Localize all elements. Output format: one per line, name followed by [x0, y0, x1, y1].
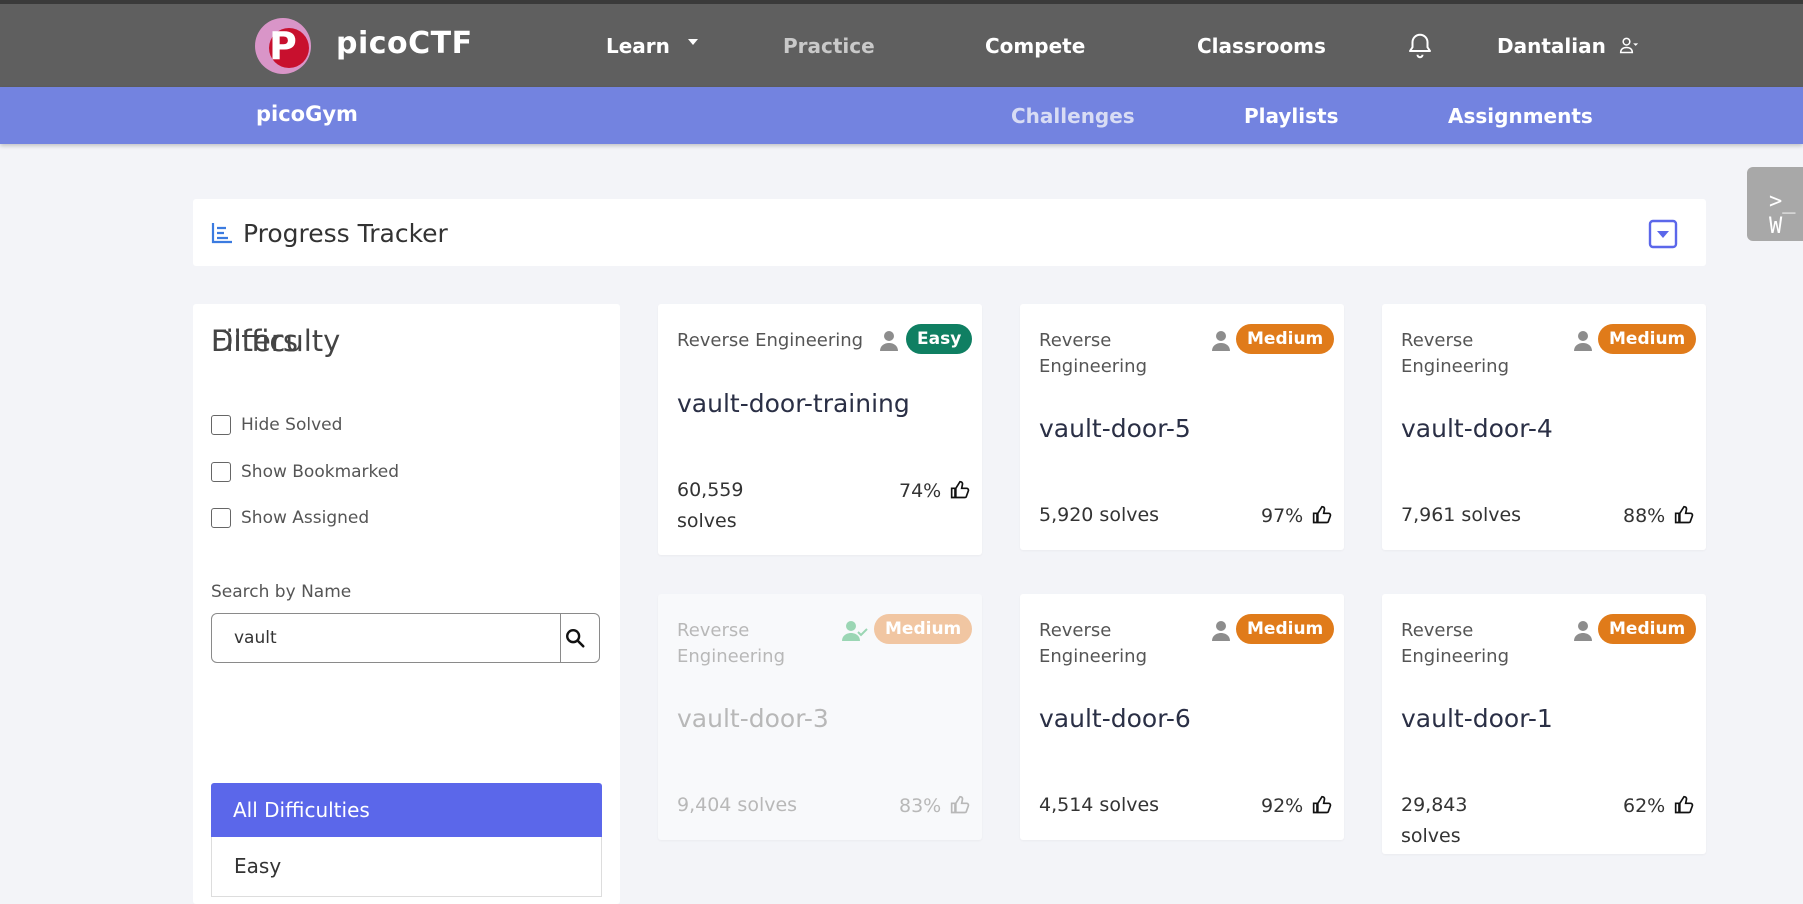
- difficulty-badge: Easy: [906, 324, 973, 354]
- difficulty-all[interactable]: All Difficulties: [211, 783, 602, 837]
- challenge-name[interactable]: vault-door-1: [1401, 704, 1553, 733]
- search-input-value: vault: [234, 628, 277, 648]
- like-rating: 83%: [899, 795, 970, 817]
- rating-value: 92%: [1261, 795, 1304, 817]
- solve-count: 9,404 solves: [677, 794, 798, 816]
- filters-panel: Filters Hide Solved Show Bookmarked Show…: [193, 304, 620, 904]
- progress-tracker-title: Progress Tracker: [243, 219, 448, 248]
- show-assigned-label: Show Assigned: [241, 508, 370, 528]
- challenge-category: Reverse Engineering: [1401, 330, 1509, 377]
- thumbs-up-icon: [1675, 795, 1694, 813]
- difficulty-badge: Medium: [1236, 324, 1335, 354]
- thumbs-up-icon: [1313, 795, 1332, 813]
- challenge-category: Reverse Engineering: [1401, 620, 1509, 667]
- difficulty-easy[interactable]: Easy: [211, 837, 602, 897]
- difficulty-badge: Medium: [1598, 614, 1697, 644]
- difficulty-title: Difficulty: [211, 324, 341, 358]
- webshell-label: >_ W: [1769, 189, 1796, 239]
- challenge-card-solved[interactable]: Reverse Engineering Medium vault-door-3 …: [658, 594, 982, 840]
- challenge-card[interactable]: Reverse Engineering Easy vault-door-trai…: [658, 304, 982, 555]
- difficulty-badge: Medium: [874, 614, 973, 644]
- progress-tracker: Progress Tracker: [193, 199, 1706, 266]
- user-name: Dantalian: [1497, 34, 1606, 58]
- person-check-icon: [842, 621, 868, 641]
- person-icon: [1212, 621, 1230, 641]
- thumbs-up-icon: [951, 480, 970, 498]
- thumbs-up-icon: [1675, 505, 1694, 523]
- like-rating: 74%: [899, 480, 970, 502]
- brand-name[interactable]: picoCTF: [336, 26, 473, 61]
- show-bookmarked-label: Show Bookmarked: [241, 462, 400, 482]
- checkbox-box[interactable]: [211, 415, 231, 435]
- challenge-name[interactable]: vault-door-3: [677, 704, 829, 733]
- solve-count: 4,514 solves: [1039, 794, 1160, 816]
- challenge-name[interactable]: vault-door-4: [1401, 414, 1553, 443]
- challenge-card[interactable]: Reverse Engineering Medium vault-door-1 …: [1382, 594, 1706, 854]
- challenge-card[interactable]: Reverse Engineering Medium vault-door-5 …: [1020, 304, 1344, 550]
- person-icon: [1212, 331, 1230, 351]
- like-rating: 88%: [1623, 505, 1694, 527]
- nav-learn-label: Learn: [606, 34, 670, 58]
- difficulty-badge: Medium: [1598, 324, 1697, 354]
- person-icon: [880, 331, 898, 351]
- search-icon: [566, 629, 585, 648]
- expand-toggle-icon[interactable]: [1648, 219, 1678, 249]
- challenge-card[interactable]: Reverse Engineering Medium vault-door-4 …: [1382, 304, 1706, 550]
- like-rating: 92%: [1261, 795, 1332, 817]
- thumbs-up-icon: [1313, 505, 1332, 523]
- difficulty-badge: Medium: [1236, 614, 1335, 644]
- rating-value: 97%: [1261, 505, 1304, 527]
- search-label: Search by Name: [211, 582, 352, 602]
- challenge-name[interactable]: vault-door-5: [1039, 414, 1191, 443]
- nav-learn[interactable]: Learn: [606, 34, 698, 58]
- bar-chart-icon: [211, 223, 232, 244]
- picogym-title[interactable]: picoGym: [256, 102, 358, 126]
- picoctf-logo[interactable]: P: [255, 18, 311, 74]
- like-rating: 97%: [1261, 505, 1332, 527]
- nav-practice[interactable]: Practice: [783, 34, 875, 58]
- challenge-name[interactable]: vault-door-training: [677, 389, 910, 418]
- hide-solved-checkbox[interactable]: Hide Solved: [211, 415, 342, 437]
- rating-value: 88%: [1623, 505, 1666, 527]
- solve-count: 60,559 solves: [677, 479, 744, 532]
- tab-playlists[interactable]: Playlists: [1244, 104, 1339, 128]
- checkbox-box[interactable]: [211, 462, 231, 482]
- solve-count: 7,961 solves: [1401, 504, 1522, 526]
- show-assigned-checkbox[interactable]: Show Assigned: [211, 508, 369, 530]
- show-bookmarked-checkbox[interactable]: Show Bookmarked: [211, 462, 399, 484]
- search-button[interactable]: [560, 614, 601, 662]
- person-icon: [1574, 621, 1592, 641]
- solve-count: 29,843 solves: [1401, 794, 1468, 847]
- chevron-down-icon: [687, 38, 698, 45]
- rating-value: 83%: [899, 795, 942, 817]
- difficulty-easy-label: Easy: [234, 854, 282, 878]
- sub-navbar: picoGym Challenges Playlists Assignments: [0, 87, 1803, 144]
- search-input[interactable]: vault: [211, 613, 600, 663]
- challenge-category: Reverse Engineering: [677, 330, 864, 351]
- notification-bell-icon[interactable]: [1405, 30, 1435, 62]
- hide-solved-label: Hide Solved: [241, 415, 343, 435]
- challenge-category: Reverse Engineering: [677, 620, 785, 667]
- thumbs-up-icon: [951, 795, 970, 813]
- checkbox-box[interactable]: [211, 508, 231, 528]
- challenge-category: Reverse Engineering: [1039, 330, 1147, 377]
- like-rating: 62%: [1623, 795, 1694, 817]
- nav-compete[interactable]: Compete: [985, 34, 1085, 58]
- person-icon: [1574, 331, 1592, 351]
- nav-classrooms[interactable]: Classrooms: [1197, 34, 1326, 58]
- solve-count: 5,920 solves: [1039, 504, 1160, 526]
- challenge-card[interactable]: Reverse Engineering Medium vault-door-6 …: [1020, 594, 1344, 840]
- difficulty-all-label: All Difficulties: [233, 798, 370, 822]
- tab-challenges[interactable]: Challenges: [1011, 104, 1135, 128]
- tab-assignments[interactable]: Assignments: [1448, 104, 1593, 128]
- user-menu[interactable]: Dantalian: [1497, 34, 1639, 59]
- challenge-category: Reverse Engineering: [1039, 620, 1147, 667]
- user-icon: [1619, 37, 1638, 53]
- main-navbar: P picoCTF Learn Practice Compete Classro…: [0, 4, 1803, 87]
- challenge-name[interactable]: vault-door-6: [1039, 704, 1191, 733]
- rating-value: 62%: [1623, 795, 1666, 817]
- rating-value: 74%: [899, 480, 942, 502]
- webshell-button[interactable]: >_ W: [1747, 167, 1803, 241]
